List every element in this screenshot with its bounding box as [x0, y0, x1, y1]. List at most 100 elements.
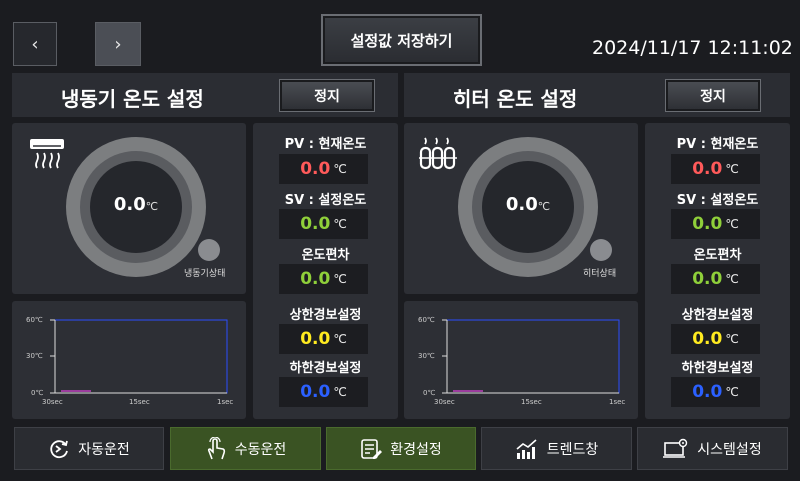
- heater-gauge-ring: 0.0℃: [458, 137, 598, 277]
- freezer-gauge-unit: ℃: [145, 200, 159, 213]
- freezer-low-alarm-label: 하한경보설정: [289, 361, 362, 376]
- air-conditioner-icon: [30, 139, 64, 169]
- save-settings-button[interactable]: 설정값 저장하기: [321, 14, 482, 66]
- heater-gauge-unit: ℃: [537, 200, 551, 213]
- save-settings-label: 설정값 저장하기: [350, 31, 453, 50]
- unit-label: ℃: [333, 385, 347, 399]
- freezer-sv-box[interactable]: 0.0 ℃: [279, 209, 368, 239]
- freezer-y-tick: 0℃: [31, 389, 44, 397]
- heater-x-tick: 30sec: [434, 398, 455, 406]
- heater-icon: [419, 137, 457, 170]
- unit-label: ℃: [725, 217, 739, 231]
- heater-high-alarm-value: 0.0: [692, 329, 723, 349]
- unit-label: ℃: [725, 272, 739, 286]
- freezer-sv-label: SV : 설정온도: [284, 193, 367, 208]
- hand-touch-icon: [207, 436, 225, 459]
- unit-label: ℃: [725, 385, 739, 399]
- freezer-title: 냉동기 온도 설정: [61, 87, 204, 111]
- heater-y-tick: 30℃: [418, 352, 435, 360]
- unit-label: ℃: [333, 217, 347, 231]
- nav-manual-run[interactable]: 수동운전: [170, 427, 321, 470]
- heater-deviation-box[interactable]: 0.0 ℃: [671, 264, 760, 294]
- heater-deviation-value: 0.0: [692, 269, 723, 289]
- freezer-header: 냉동기 온도 설정 정지: [12, 73, 398, 117]
- trend-chart-icon: [516, 438, 537, 459]
- freezer-gauge-panel: 0.0℃ 냉동기상태: [12, 123, 246, 294]
- freezer-high-alarm-box[interactable]: 0.0 ℃: [279, 324, 368, 354]
- nav-auto-run[interactable]: 자동운전: [14, 427, 164, 470]
- heater-high-alarm-label: 상한경보설정: [681, 308, 754, 323]
- heater-header: 히터 온도 설정 정지: [404, 73, 790, 117]
- nav-trend-window[interactable]: 트렌드창: [481, 427, 632, 470]
- freezer-high-alarm-value: 0.0: [300, 329, 331, 349]
- freezer-stop-label: 정지: [314, 88, 340, 105]
- heater-high-alarm-box[interactable]: 0.0 ℃: [671, 324, 760, 354]
- heater-gauge-readout: 0.0℃: [458, 194, 598, 215]
- nav-environment-settings-label: 환경설정: [390, 441, 442, 458]
- freezer-pv-label: PV : 현재온도: [284, 137, 367, 152]
- freezer-sv-value: 0.0: [300, 214, 331, 234]
- back-button[interactable]: ‹: [13, 22, 57, 66]
- freezer-x-tick: 1sec: [217, 398, 234, 406]
- unit-label: ℃: [725, 332, 739, 346]
- nav-manual-run-label: 수동운전: [234, 441, 287, 458]
- freezer-low-alarm-value: 0.0: [300, 382, 331, 402]
- heater-gauge-value: 0.0: [505, 194, 538, 215]
- freezer-deviation-box[interactable]: 0.0 ℃: [279, 264, 368, 294]
- heater-x-tick: 15sec: [521, 398, 542, 406]
- freezer-deviation-value: 0.0: [300, 269, 331, 289]
- heater-sv-box[interactable]: 0.0 ℃: [671, 209, 760, 239]
- freezer-stop-button[interactable]: 정지: [280, 80, 374, 111]
- auto-run-icon: [50, 439, 69, 458]
- nav-environment-settings[interactable]: 환경설정: [326, 427, 476, 470]
- unit-label: ℃: [333, 332, 347, 346]
- freezer-pv-value: 0.0: [300, 159, 331, 179]
- heater-pv-value: 0.0: [692, 159, 723, 179]
- nav-system-settings-label: 시스템설정: [697, 441, 762, 458]
- freezer-high-alarm-label: 상한경보설정: [289, 308, 362, 323]
- datetime-display: 2024/11/17 12:11:02: [592, 37, 793, 59]
- heater-status-indicator: [590, 239, 612, 261]
- unit-label: ℃: [725, 162, 739, 176]
- nav-auto-run-label: 자동운전: [78, 441, 130, 458]
- heater-stop-label: 정지: [700, 88, 726, 105]
- chevron-left-icon: ‹: [31, 33, 39, 55]
- freezer-status-label: 냉동기상태: [184, 269, 226, 279]
- heater-deviation-label: 온도편차: [693, 248, 742, 263]
- heater-low-alarm-label: 하한경보설정: [681, 361, 754, 376]
- unit-label: ℃: [333, 162, 347, 176]
- heater-pv-box: 0.0 ℃: [671, 154, 760, 184]
- heater-status-label: 히터상태: [583, 269, 617, 279]
- freezer-gauge-ring: 0.0℃: [66, 137, 206, 277]
- freezer-values-panel: PV : 현재온도 0.0 ℃ SV : 설정온도 0.0 ℃ 온도편차 0.0 ℃ …: [253, 123, 398, 419]
- freezer-x-tick: 30sec: [42, 398, 63, 406]
- chevron-right-icon: ›: [114, 33, 122, 55]
- forward-button[interactable]: ›: [95, 22, 141, 66]
- settings-list-icon: [361, 438, 383, 459]
- system-settings-icon: [663, 438, 688, 458]
- heater-y-tick: 60℃: [418, 316, 435, 324]
- nav-system-settings[interactable]: 시스템설정: [637, 427, 788, 470]
- heater-x-tick: 1sec: [609, 398, 626, 406]
- freezer-status-indicator: [198, 239, 220, 261]
- heater-stop-button[interactable]: 정지: [666, 80, 760, 111]
- freezer-trend-panel: 60℃ 30℃ 0℃ 30sec 15sec 1sec: [12, 301, 246, 419]
- heater-gauge-panel: 0.0℃ 히터상태: [404, 123, 638, 294]
- freezer-y-tick: 30℃: [26, 352, 43, 360]
- heater-low-alarm-box[interactable]: 0.0 ℃: [671, 377, 760, 407]
- heater-low-alarm-value: 0.0: [692, 382, 723, 402]
- heater-values-panel: PV : 현재온도 0.0 ℃ SV : 설정온도 0.0 ℃ 온도편차 0.0 ℃ …: [645, 123, 790, 419]
- heater-sv-label: SV : 설정온도: [676, 193, 759, 208]
- heater-y-tick: 0℃: [423, 389, 436, 397]
- freezer-deviation-label: 온도편차: [301, 248, 350, 263]
- freezer-low-alarm-box[interactable]: 0.0 ℃: [279, 377, 368, 407]
- heater-title: 히터 온도 설정: [453, 87, 578, 111]
- freezer-gauge-value: 0.0: [113, 194, 146, 215]
- freezer-pv-box: 0.0 ℃: [279, 154, 368, 184]
- heater-trend-panel: 60℃ 30℃ 0℃ 30sec 15sec 1sec: [404, 301, 638, 419]
- heater-sv-value: 0.0: [692, 214, 723, 234]
- heater-chart-frame: [446, 319, 620, 394]
- nav-trend-window-label: 트렌드창: [546, 441, 599, 458]
- unit-label: ℃: [333, 272, 347, 286]
- freezer-chart-frame: [54, 319, 228, 394]
